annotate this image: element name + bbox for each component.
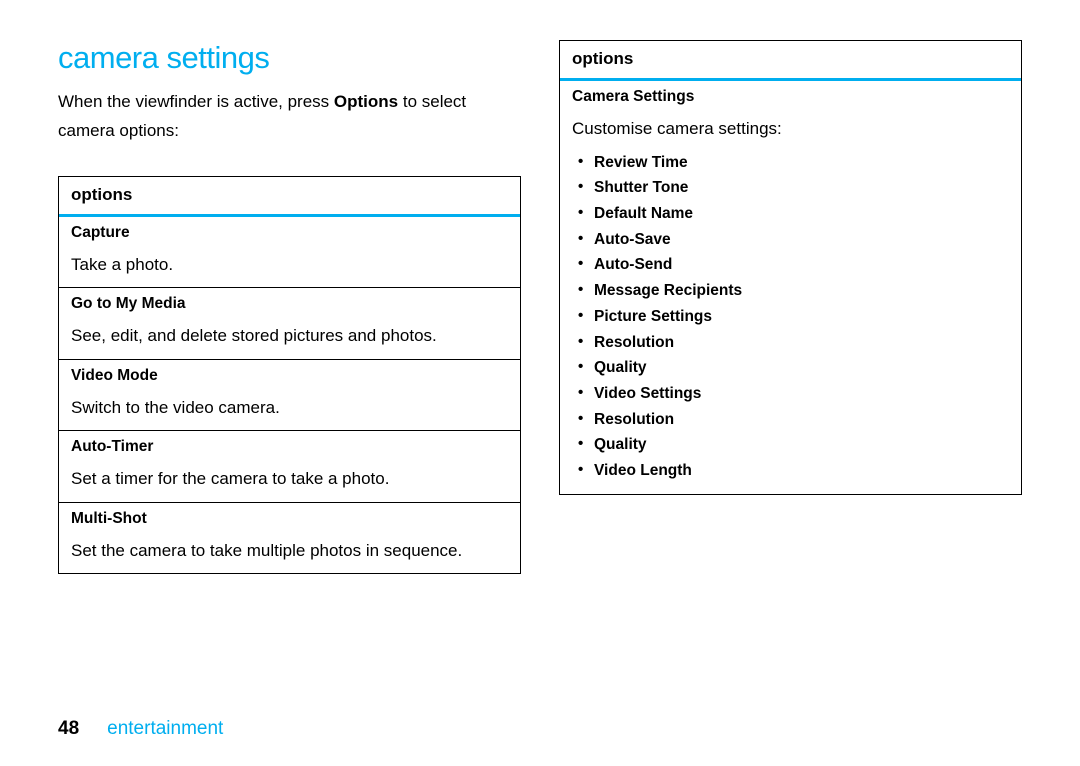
- row-desc: Set the camera to take multiple photos i…: [71, 538, 508, 564]
- list-item: Video Settings: [576, 381, 1009, 407]
- page-footer: 48 entertainment: [58, 718, 223, 740]
- row-desc: Set a timer for the camera to take a pho…: [71, 466, 508, 492]
- table-header: options: [59, 177, 520, 217]
- list-item: Shutter Tone: [576, 175, 1009, 201]
- list-item: Quality: [576, 355, 1009, 381]
- row-title: Go to My Media: [71, 294, 508, 313]
- intro-text: When the viewfinder is active, press Opt…: [58, 88, 521, 146]
- table-row: Video Mode Switch to the video camera.: [59, 360, 520, 432]
- table-row: Go to My Media See, edit, and delete sto…: [59, 288, 520, 360]
- list-item: Auto-Send: [576, 252, 1009, 278]
- list-item: Auto-Save: [576, 227, 1009, 253]
- row-title: Video Mode: [71, 366, 508, 385]
- list-item: Quality: [576, 432, 1009, 458]
- row-desc: Switch to the video camera.: [71, 395, 508, 421]
- list-item: Picture Settings: [576, 304, 1009, 330]
- list-item: Review Time: [576, 150, 1009, 176]
- table-row: Auto-Timer Set a timer for the camera to…: [59, 431, 520, 503]
- right-options-table: options Camera Settings Customise camera…: [559, 40, 1022, 495]
- table-row: Capture Take a photo.: [59, 217, 520, 289]
- list-item: Resolution: [576, 330, 1009, 356]
- section-name: entertainment: [107, 718, 223, 740]
- intro-bold: Options: [334, 92, 398, 111]
- list-item: Default Name: [576, 201, 1009, 227]
- table-row: Multi-Shot Set the camera to take multip…: [59, 503, 520, 574]
- left-column: camera settings When the viewfinder is a…: [58, 40, 521, 660]
- row-desc: Take a photo.: [71, 252, 508, 278]
- list-item: Video Length: [576, 458, 1009, 484]
- row-title: Camera Settings: [572, 87, 1009, 106]
- row-title: Multi-Shot: [71, 509, 508, 528]
- right-column: options Camera Settings Customise camera…: [559, 40, 1022, 660]
- list-item: Message Recipients: [576, 278, 1009, 304]
- row-title: Auto-Timer: [71, 437, 508, 456]
- table-row: Camera Settings Customise camera setting…: [560, 81, 1021, 494]
- left-options-table: options Capture Take a photo. Go to My M…: [58, 176, 521, 575]
- table-header: options: [560, 41, 1021, 81]
- row-desc: Customise camera settings:: [572, 116, 1009, 142]
- intro-before: When the viewfinder is active, press: [58, 92, 334, 111]
- bullet-list: Review Time Shutter Tone Default Name Au…: [572, 150, 1009, 484]
- row-desc: See, edit, and delete stored pictures an…: [71, 323, 508, 349]
- list-item: Resolution: [576, 407, 1009, 433]
- page-heading: camera settings: [58, 40, 521, 76]
- row-title: Capture: [71, 223, 508, 242]
- page-number: 48: [58, 718, 79, 740]
